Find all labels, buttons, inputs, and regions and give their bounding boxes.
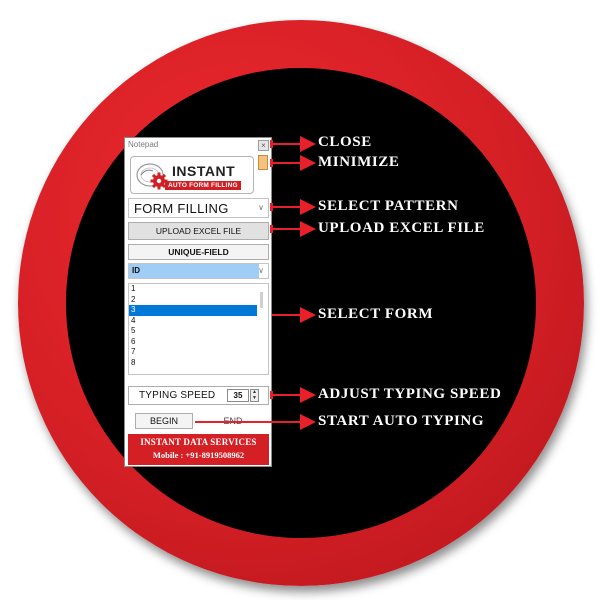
company-footer: INSTANT DATA SERVICES Mobile : +91-89195… (128, 434, 269, 465)
form-list[interactable]: 1 2 3 4 5 6 7 8 (128, 283, 269, 375)
list-item[interactable]: 7 (129, 347, 257, 358)
list-item[interactable]: 5 (129, 326, 257, 337)
list-scrollbar[interactable] (260, 292, 263, 308)
callout-adjust-speed: ADJUST TYPING SPEED (318, 386, 502, 402)
chevron-down-icon: ∨ (258, 266, 264, 275)
logo-tagline: AUTO FORM FILLING (165, 181, 241, 190)
company-name: INSTANT DATA SERVICES (140, 437, 257, 447)
list-item-selected[interactable]: 3 (129, 305, 257, 316)
typing-speed-input[interactable]: 35 (227, 389, 249, 402)
chevron-down-icon[interactable]: ▼ (251, 395, 258, 402)
title-bar: Notepad × (125, 138, 271, 154)
field-select-value: ID (129, 264, 259, 278)
callout-close: CLOSE (318, 134, 372, 150)
list-item[interactable]: 8 (129, 358, 257, 369)
typing-speed-label: TYPING SPEED (139, 390, 216, 401)
list-item[interactable]: 2 (129, 295, 257, 306)
typing-speed-control: TYPING SPEED 35 ▲ ▼ (128, 386, 269, 405)
app-window: Notepad × INSTANT AUTO FORM FILLING FORM… (124, 137, 272, 467)
list-item[interactable]: 1 (129, 284, 257, 295)
list-item[interactable]: 6 (129, 337, 257, 348)
field-select[interactable]: ID ∨ (128, 263, 269, 279)
callout-minimize: MINIMIZE (318, 154, 400, 170)
company-mobile: Mobile : +91-8919508962 (152, 450, 245, 460)
logo-wordmark: INSTANT (172, 163, 236, 179)
window-title: Notepad (128, 140, 159, 149)
end-button[interactable]: END (203, 413, 263, 429)
typing-speed-stepper[interactable]: ▲ ▼ (250, 389, 259, 402)
callout-start-typing: START AUTO TYPING (318, 413, 485, 429)
callout-select-form: SELECT FORM (318, 306, 434, 322)
logo: INSTANT AUTO FORM FILLING (130, 156, 254, 194)
pattern-select-value: FORM FILLING (134, 201, 229, 216)
chevron-down-icon: ∨ (258, 203, 264, 212)
upload-excel-button[interactable]: UPLOAD EXCEL FILE (128, 222, 269, 240)
gear-logo-icon (136, 163, 168, 190)
callout-select-pattern: SELECT PATTERN (318, 198, 459, 214)
callout-upload-excel: UPLOAD EXCEL FILE (318, 220, 485, 236)
close-button[interactable]: × (258, 140, 269, 151)
list-item[interactable]: 4 (129, 316, 257, 327)
minimize-button[interactable] (258, 155, 268, 170)
unique-field-button[interactable]: UNIQUE-FIELD (128, 244, 269, 260)
begin-button[interactable]: BEGIN (135, 413, 193, 429)
pattern-select[interactable]: FORM FILLING ∨ (128, 198, 269, 218)
